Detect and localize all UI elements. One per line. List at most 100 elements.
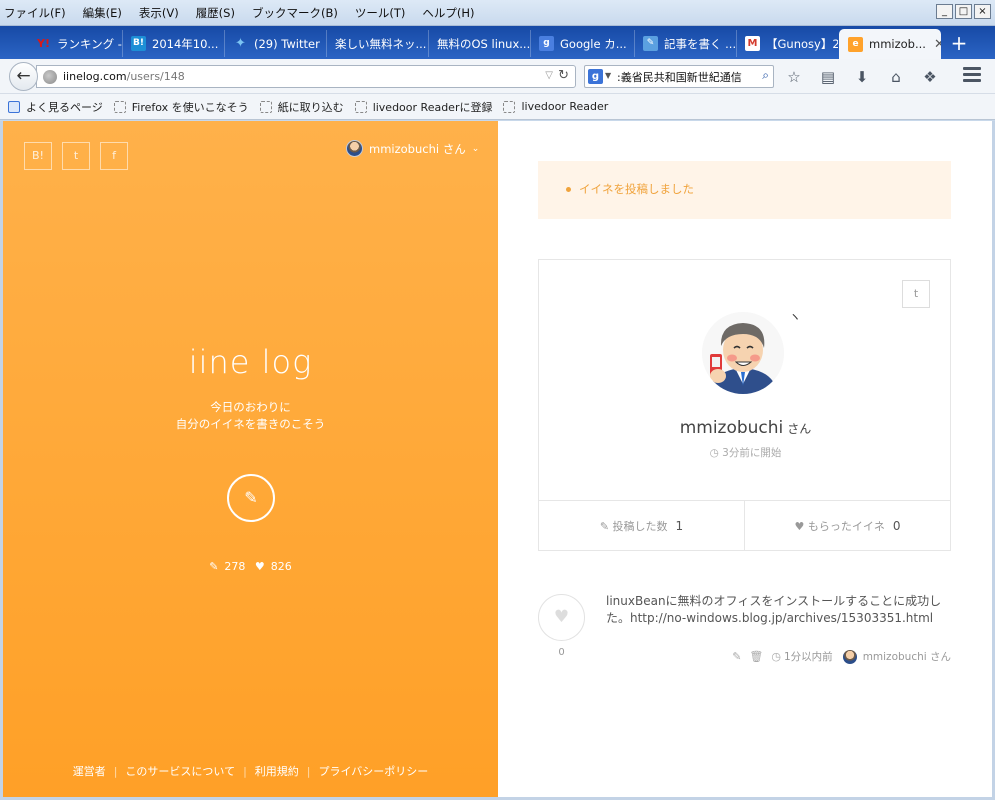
edit-icon[interactable]: ✎ [732,650,741,663]
profile-stats: ✎ 投稿した数 1 ♥ もらったイイネ 0 [539,500,950,551]
site-logo[interactable]: iine log [3,343,498,381]
like-button[interactable]: ♥ [538,594,585,641]
tab-free-net[interactable]: 楽しい無料ネッ... [326,30,428,57]
bookmark-firefox[interactable]: Firefox を使いこなそう [113,99,249,115]
maximize-button[interactable]: □ [955,4,972,19]
tab-label: mmizob... [869,37,926,51]
profile-honorific: さん [787,422,812,436]
search-engine-dropdown-icon[interactable]: ▼ [605,71,611,80]
bookmark-label: livedoor Reader [521,100,609,113]
received-likes[interactable]: ♥ もらったイイネ 0 [744,501,950,551]
tab-ranking[interactable]: Y! ランキング - ... [28,30,122,57]
home-icon[interactable]: ⌂ [884,66,908,88]
tab-twitter[interactable]: ✦ (29) Twitter [224,30,326,57]
profile-avatar [702,312,784,394]
bookmark-star-icon[interactable]: ☆ [782,66,806,88]
footer-link-about[interactable]: このサービスについて [125,765,235,778]
profile-start: ◷ 3分前に開始 [539,445,952,460]
footer-link-operator[interactable]: 運営者 [73,765,106,778]
posted-count[interactable]: ✎ 投稿した数 1 [539,501,744,551]
search-input[interactable] [617,68,751,85]
menu-tools[interactable]: ツール(T) [355,5,406,21]
close-tab-icon[interactable]: ✕ [934,37,941,52]
menu-history[interactable]: 履歴(S) [196,5,235,21]
url-bar[interactable]: iinelog.com/users/148 ▽ ↻ [36,65,576,88]
footer-link-privacy[interactable]: プライバシーポリシー [319,765,429,778]
profile-card: t ヽ mmizobuchi さん ◷ 3分前に開始 ✎ 投稿した数 1 ♥ も… [538,259,951,551]
user-name: mmizobuchi さん [369,141,466,156]
google-icon: g [539,36,554,51]
facebook-share-button[interactable]: f [100,142,128,170]
window-frame-left [0,121,3,800]
bookmark-most-visited[interactable]: よく見るページ [8,99,103,115]
google-search-engine-icon[interactable]: g [588,69,603,84]
clock-icon: ◷ [771,650,781,663]
bookmark-icon [503,100,516,113]
hatena-icon: B! [131,36,146,51]
heart-icon: ♥ [254,560,265,573]
bookmark-label: 紙に取り込む [277,100,344,114]
write-post-button[interactable]: ✎ [227,474,275,522]
reading-list-icon[interactable]: ▤ [816,66,840,88]
reload-icon[interactable]: ↻ [558,68,569,83]
url-path: /users/148 [126,70,185,83]
menu-view[interactable]: 表示(V) [139,5,179,21]
heart-icon: ♥ [794,520,808,533]
bookmark-import[interactable]: 紙に取り込む [259,99,344,115]
menu-bookmarks[interactable]: ブックマーク(B) [252,5,338,21]
menu-file[interactable]: ファイル(F) [4,5,66,21]
bookmark-livedoor-register[interactable]: livedoor Readerに登録 [354,99,493,115]
minimize-button[interactable]: _ [936,4,953,19]
most-visited-icon [8,100,20,113]
tab-label: Google カ... [560,36,627,51]
bookmark-icon [259,100,272,113]
globe-icon [43,70,57,84]
tab-gunosy[interactable]: M 【Gunosy】2... [736,30,838,57]
tab-label: 楽しい無料ネッ... [335,36,427,51]
back-button[interactable]: ← [9,62,38,91]
heart-icon: ♥ [553,607,570,627]
twitter-icon: ✦ [235,36,246,51]
tab-write-article[interactable]: ✎ 記事を書く ... [634,30,736,57]
posted-count-value: 1 [675,519,684,533]
avatar [842,649,857,664]
menu-hamburger-icon[interactable] [963,67,981,85]
menu-help[interactable]: ヘルプ(H) [422,5,474,21]
posted-count-label: 投稿した数 [612,520,668,533]
bookmark-label: livedoor Readerに登録 [372,100,493,114]
tab-strip: Y! ランキング - ... B! 2014年10... ✦ (29) Twit… [0,26,995,59]
tab-iinelog[interactable]: e mmizob... ✕ [839,29,941,59]
twitter-link-button[interactable]: t [902,280,930,308]
menu-edit[interactable]: 編集(E) [83,5,122,21]
tab-label: 無料のOS linux... [437,36,530,51]
tab-hatena[interactable]: B! 2014年10... [122,30,224,57]
footer-link-terms[interactable]: 利用規約 [255,765,299,778]
bookmark-label: Firefox を使いこなそう [131,100,249,114]
twitter-share-button[interactable]: t [62,142,90,170]
post-item: ♥ 0 linuxBeanに無料のオフィスをインストールすることに成功した。ht… [538,591,951,671]
addon-icon[interactable]: ❖ [918,66,942,88]
download-icon[interactable]: ⬇ [850,66,874,88]
tab-linux[interactable]: 無料のOS linux... [428,30,530,57]
url-dropdown-icon[interactable]: ▽ [545,70,553,81]
url-text[interactable]: iinelog.com/users/148 [63,70,185,83]
tab-google-calendar[interactable]: g Google カ... [530,30,634,57]
post-author[interactable]: mmizobuchi さん [863,649,951,664]
footer-links: 運営者 | このサービスについて | 利用規約 | プライバシーポリシー [72,765,429,778]
bullet-icon [566,187,571,192]
bookmark-livedoor-reader[interactable]: livedoor Reader [503,100,608,113]
user-menu[interactable]: mmizobuchi さん ⌄ [346,140,479,157]
avatar [346,140,363,157]
bookmark-label: よく見るページ [26,100,103,114]
pencil-icon: ✎ [244,488,258,507]
close-window-button[interactable]: × [974,4,991,19]
new-tab-button[interactable]: + [947,32,971,54]
search-icon[interactable]: ⌕ [762,68,769,83]
trash-icon[interactable]: 🗑 [749,650,763,663]
window-controls: _ □ × [934,4,991,19]
iine-icon: e [848,36,863,52]
pencil-icon: ✎ [209,560,219,573]
hatena-share-button[interactable]: B! [24,142,52,170]
post-text: linuxBeanに無料のオフィスをインストールすることに成功した。http:/… [606,594,942,625]
clock-icon: ◷ [709,447,723,459]
